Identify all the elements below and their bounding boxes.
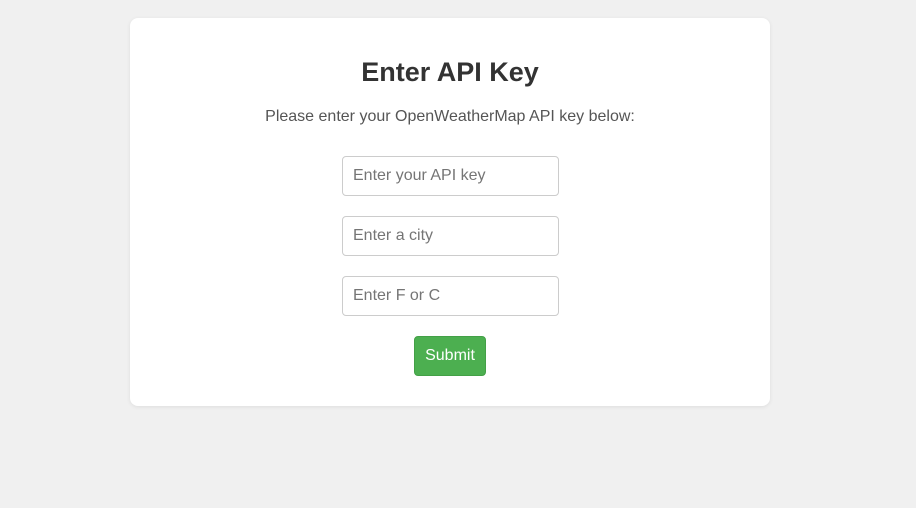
unit-input[interactable] (342, 276, 559, 316)
page-title: Enter API Key (361, 57, 539, 87)
city-input[interactable] (342, 216, 559, 256)
submit-button[interactable]: Submit (414, 336, 486, 376)
api-key-card: Enter API Key Please enter your OpenWeat… (130, 18, 770, 406)
api-key-input[interactable] (342, 156, 559, 196)
instructions-text: Please enter your OpenWeatherMap API key… (265, 108, 635, 125)
